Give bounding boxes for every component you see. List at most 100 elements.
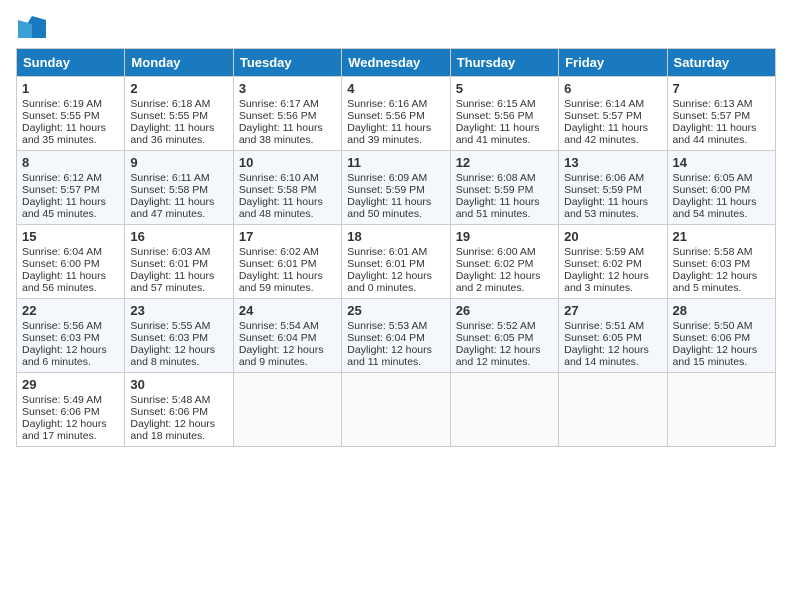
day-number: 3: [239, 81, 336, 96]
sunset-text: Sunset: 5:57 PM: [22, 184, 100, 196]
sunset-text: Sunset: 6:06 PM: [130, 406, 208, 418]
sunset-text: Sunset: 5:57 PM: [673, 110, 751, 122]
calendar-body: 1Sunrise: 6:19 AMSunset: 5:55 PMDaylight…: [17, 77, 776, 447]
day-number: 25: [347, 303, 444, 318]
calendar-week-row: 22Sunrise: 5:56 AMSunset: 6:03 PMDayligh…: [17, 299, 776, 373]
calendar-cell: [233, 373, 341, 447]
day-of-week-header: Tuesday: [233, 49, 341, 77]
day-number: 2: [130, 81, 227, 96]
sunset-text: Sunset: 6:03 PM: [673, 258, 751, 270]
sunrise-text: Sunrise: 5:52 AM: [456, 320, 536, 332]
sunrise-text: Sunrise: 6:18 AM: [130, 98, 210, 110]
daylight-text: Daylight: 12 hours and 12 minutes.: [456, 344, 541, 368]
day-of-week-header: Thursday: [450, 49, 558, 77]
daylight-text: Daylight: 12 hours and 2 minutes.: [456, 270, 541, 294]
day-number: 14: [673, 155, 770, 170]
calendar-cell: 30 Sunrise: 5:48 AMSunset: 6:06 PMDayligh…: [125, 373, 233, 447]
day-number: 7: [673, 81, 770, 96]
sunrise-text: Sunrise: 6:13 AM: [673, 98, 753, 110]
calendar-cell: 12Sunrise: 6:08 AMSunset: 5:59 PMDayligh…: [450, 151, 558, 225]
sunset-text: Sunset: 6:01 PM: [130, 258, 208, 270]
sunrise-text: Sunrise: 6:12 AM: [22, 172, 102, 184]
calendar-cell: 6Sunrise: 6:14 AMSunset: 5:57 PMDaylight…: [559, 77, 667, 151]
sunset-text: Sunset: 6:01 PM: [347, 258, 425, 270]
day-number: 1: [22, 81, 119, 96]
daylight-text: Daylight: 12 hours and 17 minutes.: [22, 418, 107, 442]
daylight-text: Daylight: 12 hours and 5 minutes.: [673, 270, 758, 294]
calendar-cell: 20Sunrise: 5:59 AMSunset: 6:02 PMDayligh…: [559, 225, 667, 299]
calendar-week-row: 29Sunrise: 5:49 AMSunset: 6:06 PMDayligh…: [17, 373, 776, 447]
sunset-text: Sunset: 5:59 PM: [456, 184, 534, 196]
calendar-week-row: 1Sunrise: 6:19 AMSunset: 5:55 PMDaylight…: [17, 77, 776, 151]
day-number: 27: [564, 303, 661, 318]
day-number: 16: [130, 229, 227, 244]
daylight-text: Daylight: 11 hours and 39 minutes.: [347, 122, 431, 146]
logo: [16, 16, 46, 38]
calendar-cell: 10Sunrise: 6:10 AMSunset: 5:58 PMDayligh…: [233, 151, 341, 225]
day-number: 17: [239, 229, 336, 244]
sunset-text: Sunset: 6:03 PM: [22, 332, 100, 344]
sunset-text: Sunset: 5:55 PM: [22, 110, 100, 122]
calendar-cell: 14Sunrise: 6:05 AMSunset: 6:00 PMDayligh…: [667, 151, 775, 225]
daylight-text: Daylight: 11 hours and 42 minutes.: [564, 122, 648, 146]
sunset-text: Sunset: 6:04 PM: [347, 332, 425, 344]
logo-icon: [18, 16, 46, 38]
calendar-cell: 15Sunrise: 6:04 AMSunset: 6:00 PMDayligh…: [17, 225, 125, 299]
calendar-cell: 8 Sunrise: 6:12 AMSunset: 5:57 PMDaylight…: [17, 151, 125, 225]
daylight-text: Daylight: 12 hours and 14 minutes.: [564, 344, 649, 368]
day-number: 24: [239, 303, 336, 318]
day-number: 30: [130, 377, 227, 392]
sunrise-text: Sunrise: 6:10 AM: [239, 172, 319, 184]
daylight-text: Daylight: 12 hours and 18 minutes.: [130, 418, 215, 442]
calendar-week-row: 8Sunrise: 6:12 AMSunset: 5:57 PMDaylight…: [17, 151, 776, 225]
sunset-text: Sunset: 6:01 PM: [239, 258, 317, 270]
calendar-cell: 24Sunrise: 5:54 AMSunset: 6:04 PMDayligh…: [233, 299, 341, 373]
calendar-cell: 19Sunrise: 6:00 AMSunset: 6:02 PMDayligh…: [450, 225, 558, 299]
sunrise-text: Sunrise: 5:48 AM: [130, 394, 210, 406]
calendar-cell: 1Sunrise: 6:19 AMSunset: 5:55 PMDaylight…: [17, 77, 125, 151]
calendar-cell: 5Sunrise: 6:15 AMSunset: 5:56 PMDaylight…: [450, 77, 558, 151]
sunrise-text: Sunrise: 5:51 AM: [564, 320, 644, 332]
sunset-text: Sunset: 6:05 PM: [564, 332, 642, 344]
daylight-text: Daylight: 11 hours and 48 minutes.: [239, 196, 323, 220]
daylight-text: Daylight: 11 hours and 41 minutes.: [456, 122, 540, 146]
day-number: 18: [347, 229, 444, 244]
daylight-text: Daylight: 12 hours and 0 minutes.: [347, 270, 432, 294]
calendar-week-row: 15Sunrise: 6:04 AMSunset: 6:00 PMDayligh…: [17, 225, 776, 299]
day-number: 9: [130, 155, 227, 170]
calendar-cell: 23Sunrise: 5:55 AMSunset: 6:03 PMDayligh…: [125, 299, 233, 373]
calendar-cell: 22Sunrise: 5:56 AMSunset: 6:03 PMDayligh…: [17, 299, 125, 373]
day-number: 4: [347, 81, 444, 96]
day-number: 6: [564, 81, 661, 96]
day-number: 26: [456, 303, 553, 318]
calendar-cell: 13Sunrise: 6:06 AMSunset: 5:59 PMDayligh…: [559, 151, 667, 225]
calendar-cell: [559, 373, 667, 447]
sunrise-text: Sunrise: 6:02 AM: [239, 246, 319, 258]
day-of-week-header: Sunday: [17, 49, 125, 77]
daylight-text: Daylight: 11 hours and 45 minutes.: [22, 196, 106, 220]
sunset-text: Sunset: 5:59 PM: [347, 184, 425, 196]
daylight-text: Daylight: 11 hours and 53 minutes.: [564, 196, 648, 220]
daylight-text: Daylight: 11 hours and 56 minutes.: [22, 270, 106, 294]
calendar-cell: [667, 373, 775, 447]
calendar-cell: 16Sunrise: 6:03 AMSunset: 6:01 PMDayligh…: [125, 225, 233, 299]
day-number: 8: [22, 155, 119, 170]
sunset-text: Sunset: 5:56 PM: [347, 110, 425, 122]
daylight-text: Daylight: 11 hours and 35 minutes.: [22, 122, 106, 146]
sunset-text: Sunset: 6:00 PM: [22, 258, 100, 270]
sunset-text: Sunset: 5:58 PM: [130, 184, 208, 196]
day-of-week-header: Wednesday: [342, 49, 450, 77]
sunset-text: Sunset: 6:06 PM: [22, 406, 100, 418]
sunset-text: Sunset: 6:06 PM: [673, 332, 751, 344]
sunrise-text: Sunrise: 6:08 AM: [456, 172, 536, 184]
daylight-text: Daylight: 11 hours and 47 minutes.: [130, 196, 214, 220]
daylight-text: Daylight: 12 hours and 11 minutes.: [347, 344, 432, 368]
sunset-text: Sunset: 5:56 PM: [456, 110, 534, 122]
calendar-cell: 7Sunrise: 6:13 AMSunset: 5:57 PMDaylight…: [667, 77, 775, 151]
sunset-text: Sunset: 6:02 PM: [564, 258, 642, 270]
sunrise-text: Sunrise: 6:14 AM: [564, 98, 644, 110]
sunrise-text: Sunrise: 5:56 AM: [22, 320, 102, 332]
day-number: 29: [22, 377, 119, 392]
day-of-week-header: Saturday: [667, 49, 775, 77]
sunset-text: Sunset: 5:58 PM: [239, 184, 317, 196]
